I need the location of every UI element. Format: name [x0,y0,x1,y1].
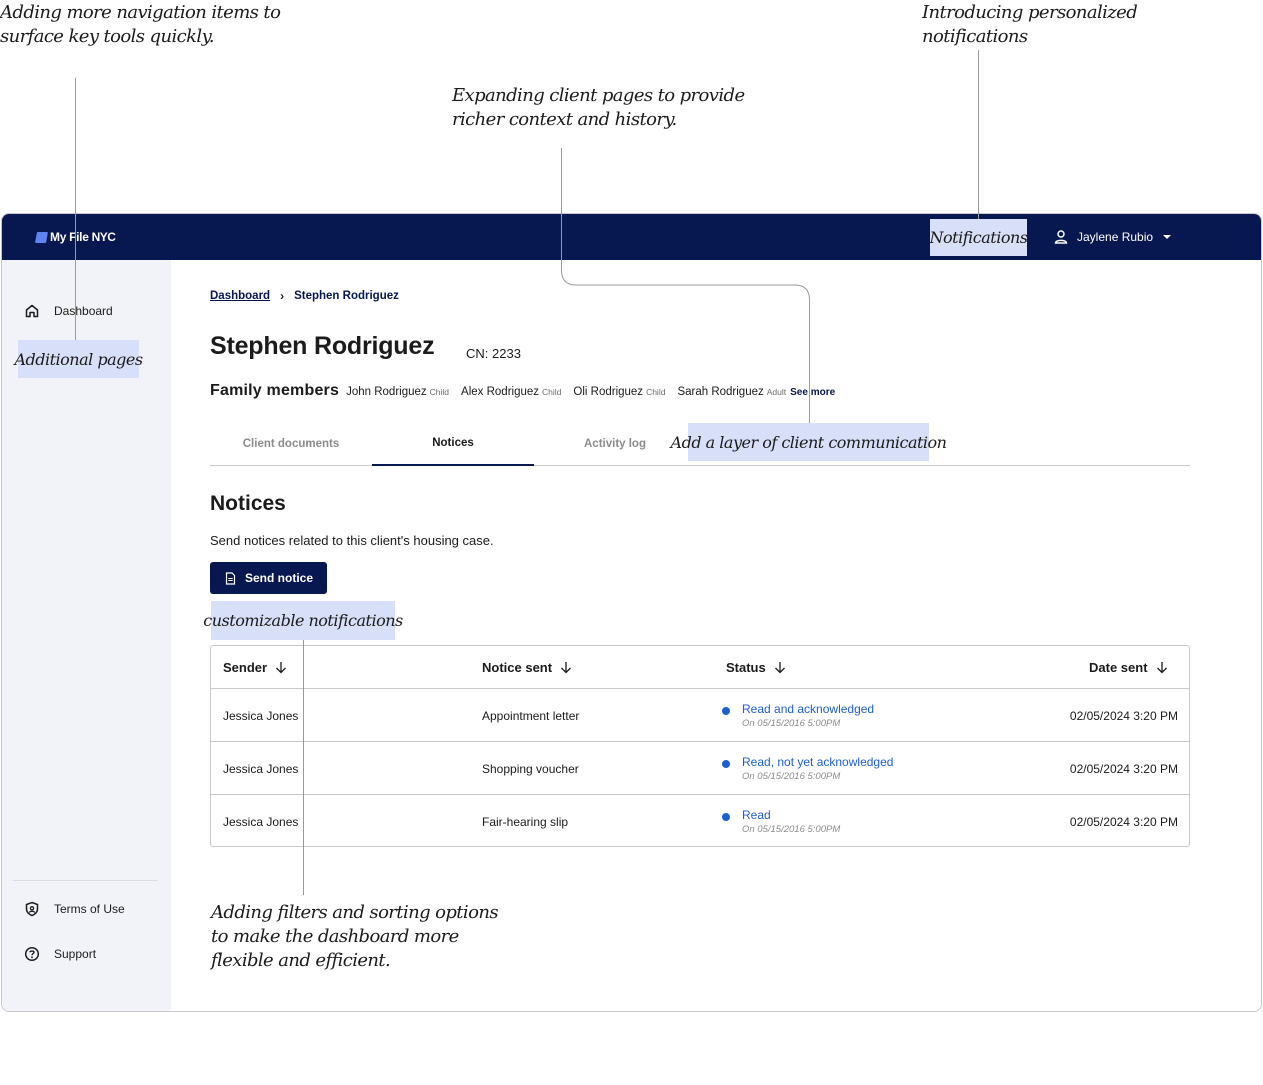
status-timestamp: On 05/15/2016 5:00PM [742,718,841,729]
family-member: Alex Rodriguez Child [461,386,561,398]
family-member-relation: Child [429,387,450,397]
see-more-link[interactable]: See more [790,387,835,398]
case-number: CN: 2233 [466,346,521,361]
tab-client-documents[interactable]: Client documents [210,422,372,466]
cell-status: Read, not yet acknowledged On 05/15/2016… [722,755,893,782]
breadcrumb: Dashboard › Stephen Rodriguez [210,289,399,303]
status-text[interactable]: Read [742,808,840,822]
chevron-right-icon: › [280,289,285,303]
column-header-sender[interactable]: Sender [223,646,287,689]
family-member-name: Oli Rodriguez [573,386,644,398]
highlight-notifications: Notifications [930,219,1028,256]
notices-table: Sender Notice sent Status Date sent Jess… [210,645,1190,847]
arrow-down-icon [774,662,785,674]
family-member-name: John Rodriguez [346,386,427,398]
sidebar-item-terms-of-use[interactable]: Terms of Use [24,901,125,917]
arrow-down-icon [1156,662,1167,674]
column-header-label: Date sent [1089,660,1148,675]
logo-mark-icon [35,231,48,243]
logo-text: My File [50,230,89,244]
breadcrumb-dashboard-link[interactable]: Dashboard [210,290,270,302]
cell-date: 02/05/2024 3:20 PM [1069,761,1178,776]
family-member: Oli Rodriguez Child [573,386,665,398]
send-notice-label: Send notice [244,571,313,585]
family-member-relation: Adult [766,387,787,397]
sidebar-item-support[interactable]: Support [24,946,96,962]
chevron-down-icon [1163,235,1172,239]
sidebar-item-label: Terms of Use [54,902,125,916]
arrow-down-icon [561,662,572,674]
family-members: Family members John Rodriguez Child Alex … [210,382,835,400]
sidebar-item-label: Dashboard [54,304,113,318]
table-row[interactable]: Jessica Jones Appointment letter Read an… [211,688,1189,741]
status-dot [722,707,730,715]
cell-sender: Jessica Jones [223,708,299,723]
table-row[interactable]: Jessica Jones Shopping voucher Read, not… [211,741,1189,794]
cell-status: Read and acknowledged On 05/15/2016 5:00… [722,702,874,729]
family-member-relation: Child [646,387,666,397]
user-name: Jaylene Rubio [1077,230,1154,244]
section-description: Send notices related to this client's ho… [210,533,494,548]
column-header-date-sent[interactable]: Date sent [1089,646,1168,689]
family-member-name: Sarah Rodriguez [677,386,764,398]
sidebar-item-label: Support [54,947,97,961]
tab-notices[interactable]: Notices [372,422,534,466]
user-menu[interactable]: Jaylene Rubio [1053,229,1172,245]
help-icon [24,946,40,962]
breadcrumb-current: Stephen Rodriguez [294,290,399,302]
shield-icon [25,901,39,917]
page-title: Stephen Rodriguez [210,332,435,360]
document-icon [225,571,236,585]
annotation-notifications: Introducing personalized notifications [922,2,1138,47]
family-member: John Rodriguez Child [346,386,449,398]
family-members-label: Family members [210,382,340,399]
column-header-notice-sent[interactable]: Notice sent [482,646,572,689]
cell-notice: Appointment letter [482,708,580,723]
status-dot [722,813,730,821]
annotation-nav-items: Adding more navigation items to surface … [0,2,281,47]
cell-notice: Shopping voucher [482,761,579,776]
column-header-status[interactable]: Status [726,646,786,689]
top-navigation-bar: My File NYC Jaylene Rubio [2,214,1261,260]
column-header-label: Sender [223,660,268,675]
column-header-label: Status [726,660,766,675]
sidebar-divider [13,880,158,881]
cell-sender: Jessica Jones [223,761,299,776]
section-title: Notices [210,492,286,515]
table-row[interactable]: Jessica Jones Fair-hearing slip Read On … [211,794,1189,847]
family-member-name: Alex Rodriguez [461,386,540,398]
status-timestamp: On 05/15/2016 5:00PM [742,824,841,835]
status-timestamp: On 05/15/2016 5:00PM [742,771,841,782]
status-text[interactable]: Read and acknowledged [742,702,874,716]
family-member-relation: Child [542,387,562,397]
logo-text-nyc: NYC [91,230,116,244]
status-text[interactable]: Read, not yet acknowledged [742,755,893,769]
cell-status: Read On 05/15/2016 5:00PM [722,808,840,835]
myfile-nyc-logo[interactable]: My File NYC [35,230,116,244]
sidebar-item-dashboard[interactable]: Dashboard [24,303,113,319]
status-dot [722,760,730,768]
family-member: Sarah Rodriguez Adult [677,386,786,398]
column-header-label: Notice sent [482,660,553,675]
user-icon [1054,230,1068,244]
annotation-client-pages: Expanding client pages to provide richer… [452,85,745,130]
cell-date: 02/05/2024 3:20 PM [1069,814,1178,829]
annotation-filters: Adding filters and sorting options to ma… [211,902,499,971]
highlight-additional-pages: Additional pages [14,340,143,378]
cell-date: 02/05/2024 3:20 PM [1069,708,1178,723]
app-window: My File NYC Jaylene Rubio Dashboard Term… [1,213,1262,1012]
arrow-down-icon [276,662,287,674]
cell-notice: Fair-hearing slip [482,814,569,829]
cell-sender: Jessica Jones [223,814,299,829]
home-icon [25,304,39,318]
send-notice-button[interactable]: Send notice [210,562,327,594]
highlight-customizable-notifications: customizable notifications [203,601,403,640]
highlight-client-communication: Add a layer of client communication [671,423,947,461]
